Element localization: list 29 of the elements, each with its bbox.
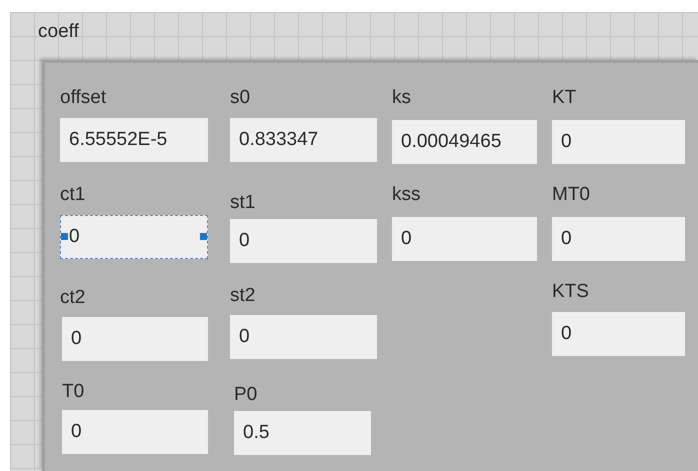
selection-handle-icon[interactable] <box>200 233 207 240</box>
numeric-field[interactable]: 0 <box>230 219 377 263</box>
numeric-field[interactable]: 0 <box>60 215 208 259</box>
control-label: KT <box>552 86 576 110</box>
control-label: P0 <box>234 383 258 407</box>
cluster-label: coeff <box>38 20 79 44</box>
numeric-field[interactable]: 0 <box>230 315 377 359</box>
control-label: ct2 <box>60 286 86 310</box>
control-label: st2 <box>230 284 256 308</box>
numeric-field[interactable]: 0.00049465 <box>392 120 537 164</box>
numeric-field[interactable]: 0 <box>552 312 685 356</box>
control-label: ks <box>392 86 411 110</box>
numeric-field[interactable]: 0 <box>552 217 685 261</box>
numeric-field[interactable]: 0 <box>62 410 208 454</box>
control-label: KTS <box>552 280 589 304</box>
control-label: kss <box>392 183 420 207</box>
control-label: MT0 <box>552 183 590 207</box>
numeric-field[interactable]: 0.833347 <box>230 118 377 162</box>
control-label: ct1 <box>60 183 86 207</box>
selection-handle-icon[interactable] <box>61 233 68 240</box>
control-label: st1 <box>230 191 256 215</box>
control-label: s0 <box>230 86 250 110</box>
numeric-field[interactable]: 0.5 <box>234 411 371 455</box>
numeric-field[interactable]: 0 <box>62 317 208 361</box>
numeric-field[interactable]: 6.55552E-5 <box>60 118 208 162</box>
numeric-field[interactable]: 0 <box>552 120 685 164</box>
control-label: T0 <box>62 380 84 404</box>
control-label: offset <box>60 86 106 110</box>
numeric-field[interactable]: 0 <box>392 217 537 261</box>
